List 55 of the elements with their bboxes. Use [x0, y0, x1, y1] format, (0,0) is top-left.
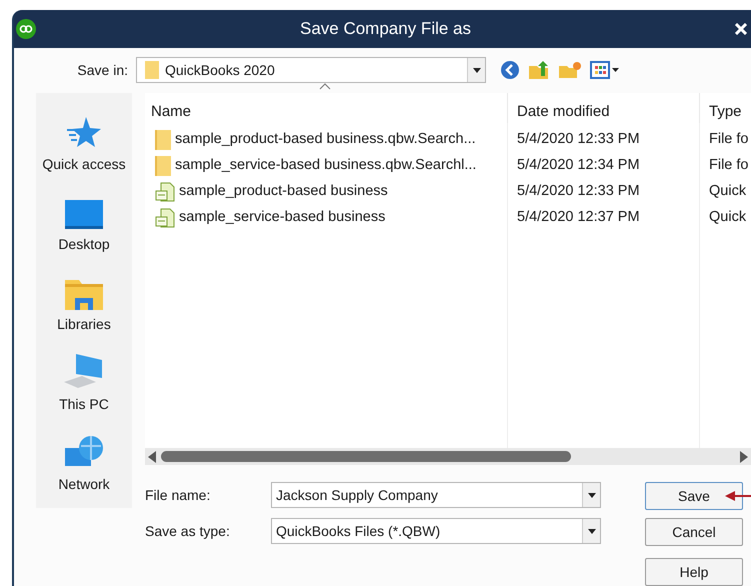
folder-icon [155, 130, 171, 150]
field-label: File name: [145, 486, 212, 504]
column-header[interactable]: Type [699, 93, 742, 123]
date-cell-text: 5/4/2020 12:33 PM [516, 130, 641, 150]
column-header[interactable]: Name [145, 100, 507, 123]
folder-icon [155, 156, 171, 176]
type-cell-text: File fo [708, 156, 748, 176]
date-cell-text: 5/4/2020 12:34 PM [516, 156, 641, 176]
type-cell-text: Quick [708, 182, 746, 202]
dropdown-arrow-icon [588, 492, 596, 498]
document-icon [155, 182, 175, 202]
folder-icon [64, 278, 103, 310]
dropdown-button[interactable] [467, 58, 485, 82]
window-title: Save Company File as [298, 18, 472, 40]
dialog-button[interactable]: Cancel [645, 518, 743, 546]
type-cell-text: File fo [708, 130, 748, 150]
back-icon[interactable] [500, 60, 520, 80]
up-folder-icon[interactable] [528, 60, 550, 80]
annotation-arrow-icon [725, 490, 751, 502]
column-header[interactable]: Date modified [507, 93, 699, 123]
dropdown-button[interactable] [582, 483, 600, 507]
file-row[interactable]: sample_service-based business.qbw.Searchl... [145, 155, 507, 177]
file-name-field[interactable]: Jackson Supply Company [271, 482, 601, 508]
field-label: Save as type: [145, 522, 231, 541]
folder-icon [145, 61, 159, 80]
app-logo-icon [16, 18, 36, 39]
save-in-dropdown[interactable]: QuickBooks 2020 [136, 57, 486, 84]
place-item[interactable]: Libraries [57, 265, 111, 335]
star-icon [66, 116, 102, 150]
scrollbar-thumb[interactable] [161, 451, 571, 462]
date-cell-text: 5/4/2020 12:37 PM [516, 208, 641, 228]
place-item[interactable]: Desktop [58, 185, 110, 255]
type-cell-text: Quick [708, 208, 746, 228]
place-item[interactable]: This PC [59, 345, 109, 415]
dropdown-arrow-icon [588, 528, 596, 534]
close-icon[interactable] [735, 22, 747, 35]
save-in-label: Save in: [76, 60, 129, 80]
date-cell-text: 5/4/2020 12:33 PM [516, 182, 641, 202]
dialog-button[interactable]: Help [645, 558, 743, 586]
file-row[interactable]: sample_product-based business.qbw.Search... [145, 129, 507, 151]
scroll-left-icon[interactable] [147, 450, 157, 462]
document-icon [155, 208, 175, 228]
dropdown-button[interactable] [582, 519, 600, 543]
sort-ascending-icon [319, 82, 331, 90]
file-row[interactable]: sample_service-based business [145, 207, 507, 229]
scroll-right-icon[interactable] [739, 450, 749, 462]
place-item[interactable]: Network [58, 425, 110, 495]
dropdown-arrow-icon [472, 68, 480, 73]
view-menu-icon[interactable] [590, 61, 620, 80]
monitor-icon [64, 200, 103, 230]
dialog-button[interactable]: Save [645, 482, 743, 510]
file-row[interactable]: sample_product-based business [145, 181, 507, 203]
file-type-dropdown[interactable]: QuickBooks Files (*.QBW) [271, 518, 601, 544]
place-item[interactable]: Quick access [42, 105, 126, 175]
horizontal-scrollbar[interactable] [145, 448, 751, 465]
